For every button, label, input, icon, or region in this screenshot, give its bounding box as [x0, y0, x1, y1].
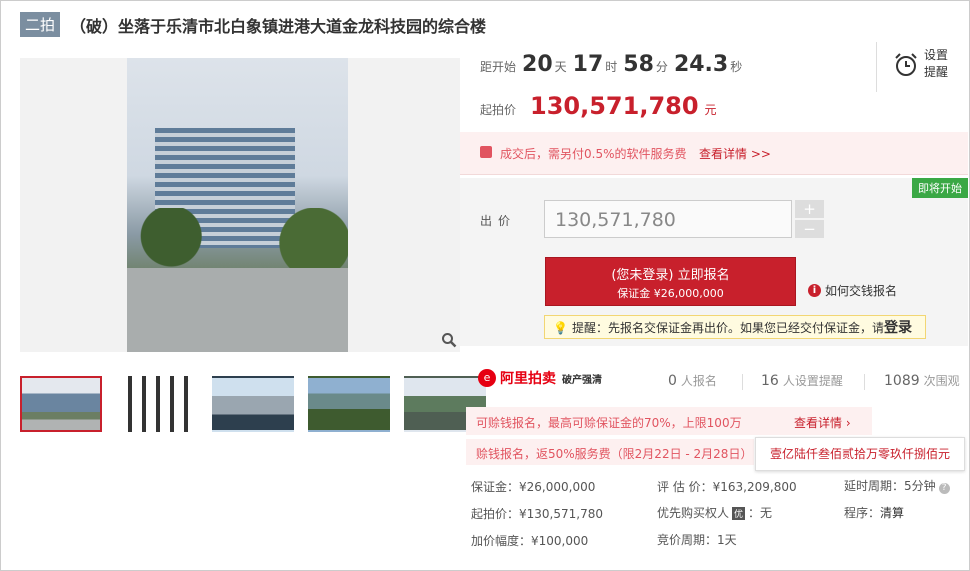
countdown-days-unit: 天 — [554, 60, 567, 74]
start-price-label: 起拍价 — [480, 103, 517, 117]
brand-name: 阿里拍卖 — [500, 371, 556, 387]
priority-value: ：无 — [748, 506, 773, 520]
help-icon[interactable]: ? — [938, 483, 950, 494]
info-icon: i — [808, 284, 821, 297]
status-badge: 即将开始 — [912, 178, 968, 198]
gift-icon — [480, 146, 492, 158]
reminder-count: 16 人设置提醒 — [761, 372, 843, 389]
countdown-seconds: 24.3 — [673, 52, 729, 77]
appraisal-info: 评 估 价：¥163,209,800 — [657, 480, 797, 494]
lightbulb-icon: 💡 — [553, 321, 568, 335]
view-count: 1089 次围观 — [884, 372, 960, 389]
signup-deposit: 保证金 ¥26,000,000 — [617, 287, 724, 300]
alipaimai-logo: e 阿里拍卖 破产强清 — [478, 368, 602, 388]
period-info: 竞价周期：1天 — [657, 533, 737, 547]
view-count-num: 1089 — [884, 373, 920, 389]
title-bar: 二拍 （破）坐落于乐清市北白象镇进港大道金龙科技园的综合楼 — [20, 12, 486, 37]
bid-amount-input[interactable]: 130,571,780 — [544, 200, 792, 238]
fee-notice-text: 成交后，需另付0.5%的软件服务费 — [500, 147, 687, 161]
fee-detail-link[interactable]: 查看详情 >> — [699, 145, 771, 162]
ground-shape — [127, 268, 348, 352]
page-title: （破）坐落于乐清市北白象镇进港大道金龙科技园的综合楼 — [70, 16, 487, 36]
decrease-button[interactable]: − — [795, 220, 824, 238]
how-to-pay-link[interactable]: i 如何交钱报名 — [808, 282, 897, 299]
how-to-pay-label: 如何交钱报名 — [825, 284, 898, 298]
bid-panel: 即将开始 出价 130,571,780 + − (您未登录) 立即报名 保证金 … — [460, 178, 968, 346]
thumbnail[interactable] — [308, 376, 390, 432]
thumbnail-strip — [20, 376, 500, 432]
signup-button[interactable]: (您未登录) 立即报名 保证金 ¥26,000,000 — [545, 257, 796, 306]
loan-text: 可赊钱报名，最高可赊保证金的70%，上限100万 — [476, 416, 742, 430]
reminder-line1: 设置 — [924, 48, 949, 62]
countdown: 距开始 20 天 17 时 58 分 24.3 秒 — [480, 52, 742, 77]
loan-banner: 可赊钱报名，最高可赊保证金的70%，上限100万 查看详情 › — [466, 407, 872, 435]
priority-label: 优先购买权人 — [657, 506, 730, 520]
countdown-hours-unit: 时 — [605, 60, 618, 74]
alipaimai-icon: e — [478, 369, 496, 387]
countdown-seconds-unit: 秒 — [730, 60, 743, 74]
stats-row: e 阿里拍卖 破产强清 0 人报名 16 人设置提醒 1089 次围观 — [478, 368, 960, 396]
countdown-label: 距开始 — [480, 60, 517, 74]
login-link[interactable]: 登录 — [884, 320, 912, 336]
stat-divider — [864, 374, 865, 390]
building-photo — [127, 58, 348, 352]
deposit-info: 保证金：¥26,000,000 — [471, 480, 596, 494]
delay-info: 延时周期：5分钟? — [844, 477, 950, 494]
reminder-line2: 提醒 — [924, 65, 949, 79]
start-price-value: 130,571,780 — [530, 92, 699, 120]
signup-count-label: 人报名 — [680, 374, 717, 388]
procedure-value: 清算 — [880, 506, 905, 520]
thumbnail[interactable] — [116, 376, 198, 432]
signup-count-num: 0 — [668, 373, 677, 389]
countdown-hours: 17 — [572, 52, 604, 77]
brand-sub: 破产强清 — [562, 374, 602, 386]
loan-promo-text: 赊钱报名，返50%服务费（限2月22日 - 2月28日） — [476, 447, 753, 461]
fee-notice: 成交后，需另付0.5%的软件服务费 查看详情 >> — [460, 132, 968, 175]
reminder-count-label: 人设置提醒 — [782, 374, 843, 388]
countdown-days: 20 — [522, 52, 553, 77]
zoom-icon[interactable] — [441, 332, 457, 348]
priority-info: 优先购买权人优：无 — [657, 504, 772, 521]
start-price-unit: 元 — [704, 103, 717, 117]
reminder-count-num: 16 — [761, 373, 779, 389]
tip-text: 提醒：先报名交保证金再出价。如果您已经交付保证金，请 — [571, 321, 884, 335]
increase-button[interactable]: + — [795, 200, 824, 218]
increment-info: 加价幅度：¥100,000 — [471, 534, 589, 548]
bid-label: 出价 — [480, 214, 517, 228]
main-photo[interactable] — [20, 58, 460, 352]
thumbnail[interactable] — [20, 376, 102, 432]
view-count-label: 次围观 — [923, 374, 960, 388]
set-reminder-button[interactable]: 设置 提醒 — [924, 47, 954, 81]
stat-divider — [742, 374, 743, 390]
delay-label: 延时周期： — [844, 479, 905, 493]
countdown-minutes-unit: 分 — [655, 60, 668, 74]
round-badge: 二拍 — [20, 12, 61, 37]
loan-promo: 赊钱报名，返50%服务费（限2月22日 - 2月28日） — [466, 439, 754, 465]
amount-tooltip: 壹亿陆仟叁佰贰拾万零玖仟捌佰元 — [755, 437, 965, 471]
delay-value: 5分钟 — [904, 479, 936, 493]
bid-stepper: + − — [795, 200, 824, 240]
start-price-row: 起拍价 130,571,780 元 — [480, 92, 717, 120]
thumbnail[interactable] — [212, 376, 294, 432]
login-tip: 💡 提醒：先报名交保证金再出价。如果您已经交付保证金，请登录 — [544, 315, 926, 339]
signup-count: 0 人报名 — [668, 372, 717, 389]
start-price-info: 起拍价：¥130,571,780 — [471, 507, 603, 521]
procedure-label: 程序： — [844, 506, 881, 520]
priority-badge: 优 — [732, 507, 746, 520]
loan-detail-link[interactable]: 查看详情 › — [794, 414, 851, 431]
procedure-info: 程序：清算 — [844, 504, 904, 521]
signup-label: (您未登录) 立即报名 — [611, 268, 730, 283]
alarm-clock-icon[interactable] — [893, 52, 919, 78]
reminder-divider — [876, 42, 877, 92]
countdown-minutes: 58 — [623, 52, 654, 77]
